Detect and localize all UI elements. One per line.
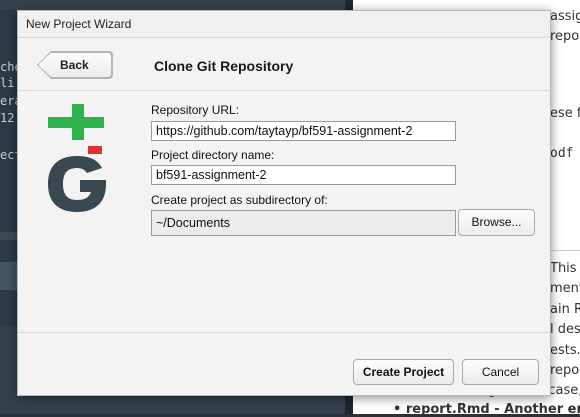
viewer-text: odf xyxy=(550,146,574,161)
cancel-button[interactable]: Cancel xyxy=(462,359,539,385)
header-divider xyxy=(18,90,550,91)
viewer-text: This xyxy=(550,261,577,276)
viewer-text: repos xyxy=(550,363,580,378)
viewer-text: ests. xyxy=(550,343,580,358)
viewer-text: repo xyxy=(550,29,580,44)
git-logo-icon xyxy=(48,104,106,212)
dialog-title: New Project Wizard xyxy=(26,17,132,31)
viewer-text: ment, xyxy=(550,281,580,296)
page-title: Clone Git Repository xyxy=(154,58,294,74)
project-directory-input[interactable]: bf591-assignment-2 xyxy=(151,165,456,185)
editor-toolbar xyxy=(0,0,350,10)
back-button-label[interactable]: Back xyxy=(60,58,89,72)
dialog-titlebar[interactable]: New Project Wizard xyxy=(18,11,550,38)
plus-horizontal-bar xyxy=(48,117,104,128)
create-project-button[interactable]: Create Project xyxy=(353,359,454,385)
footer-divider xyxy=(18,332,550,333)
repo-url-label: Repository URL: xyxy=(151,103,240,117)
subdirectory-input: ~/Documents xyxy=(151,210,456,236)
viewer-text: assig xyxy=(550,9,580,24)
subdirectory-label: Create project as subdirectory of: xyxy=(151,193,328,207)
new-project-wizard-dialog: New Project Wizard Back Clone Git Reposi… xyxy=(17,10,551,396)
repo-url-input[interactable]: https://github.com/taytayp/bf591-assignm… xyxy=(151,121,456,141)
project-directory-label: Project directory name: xyxy=(151,148,275,162)
red-bar xyxy=(88,146,102,154)
browse-button[interactable]: Browse... xyxy=(458,209,535,236)
viewer-text: l des xyxy=(550,322,580,337)
g-letter xyxy=(48,156,106,212)
viewer-text: ain R xyxy=(550,302,580,317)
viewer-text: ese f xyxy=(550,106,580,121)
viewer-text: • report.Rmd - Another emp xyxy=(393,402,580,417)
